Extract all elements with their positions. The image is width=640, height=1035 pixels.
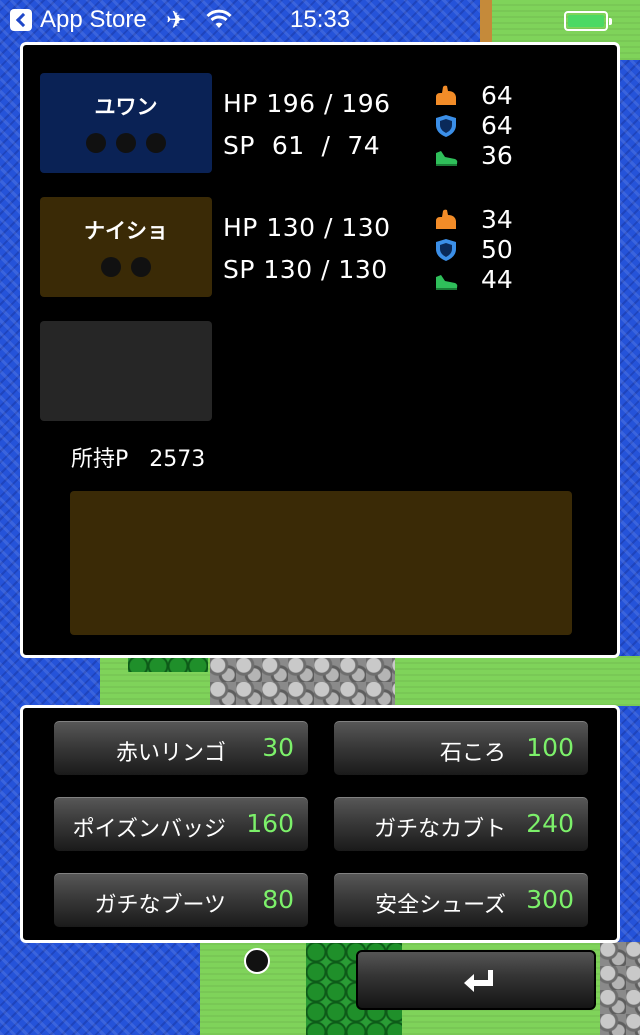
item-name: ポイズンバッジ: [72, 817, 226, 842]
shop-item-button[interactable]: ガチなカブト 240: [333, 796, 589, 852]
ios-status-bar: App Store ✈ 15:33: [0, 0, 640, 40]
shop-item-button[interactable]: ポイズンバッジ 160: [53, 796, 309, 852]
speed-shoe-icon: [436, 151, 458, 166]
attack-arm-icon: [436, 209, 456, 229]
attack-value: 64: [481, 81, 513, 110]
member-name: ユワン: [94, 95, 158, 119]
mountain-tiles: [210, 658, 395, 706]
item-name: 石ころ: [439, 741, 506, 766]
attack-value: 34: [481, 205, 513, 234]
item-price: 80: [262, 885, 294, 914]
dot: [116, 133, 136, 153]
clock: 15:33: [290, 6, 351, 33]
shop-item-button[interactable]: 赤いリンゴ 30: [53, 720, 309, 776]
party-member-card[interactable]: ユワン: [40, 73, 212, 173]
hp-readout: HP 196 / 196: [223, 89, 391, 118]
shop-panel: 赤いリンゴ 30 石ころ 100 ポイズンバッジ 160 ガチなカブト 240 …: [20, 705, 620, 943]
enter-button[interactable]: [356, 950, 596, 1010]
dot: [131, 257, 151, 277]
shop-item-button[interactable]: 安全シューズ 300: [333, 872, 589, 928]
item-name: 安全シューズ: [375, 893, 506, 918]
hp-readout: HP 130 / 130: [223, 213, 391, 242]
dot: [86, 133, 106, 153]
item-price: 240: [526, 809, 574, 838]
airplane-icon: ✈: [166, 7, 187, 34]
item-price: 300: [526, 885, 574, 914]
sp-readout: SP 61 / 74: [223, 131, 381, 160]
mountain-tiles: [600, 942, 640, 1035]
member-dots: [40, 257, 212, 281]
speed-shoe-icon: [436, 275, 458, 290]
return-arrow-icon: [464, 970, 493, 992]
speed-value: 36: [481, 141, 513, 170]
message-box: [70, 491, 572, 635]
dot: [146, 133, 166, 153]
item-name: ガチなブーツ: [94, 893, 226, 918]
attack-arm-icon: [436, 85, 456, 105]
dot: [101, 257, 121, 277]
party-status-panel: ユワン HP 196 / 196 SP 61 / 74 64 64 36 ナイシ…: [20, 42, 620, 658]
cave-entrance-icon: [244, 948, 270, 974]
defense-value: 50: [481, 235, 513, 264]
shop-item-button[interactable]: 石ころ 100: [333, 720, 589, 776]
battery-icon: [564, 11, 612, 31]
sp-readout: SP 130 / 130: [223, 255, 388, 284]
back-chevron-icon[interactable]: [10, 9, 32, 31]
member-name: ナイショ: [84, 219, 168, 243]
member-dots: [40, 133, 212, 157]
item-name: ガチなカブト: [373, 817, 506, 842]
item-name: 赤いリンゴ: [115, 741, 226, 766]
wifi-icon: [206, 9, 232, 28]
defense-value: 64: [481, 111, 513, 140]
item-price: 30: [262, 733, 294, 762]
party-member-card[interactable]: ナイショ: [40, 197, 212, 297]
shop-item-button[interactable]: ガチなブーツ 80: [53, 872, 309, 928]
empty-party-slot[interactable]: [40, 321, 212, 421]
held-points: 所持P 2573: [71, 447, 206, 472]
item-price: 160: [246, 809, 294, 838]
defense-shield-icon: [436, 239, 456, 261]
defense-shield-icon: [436, 115, 456, 137]
item-price: 100: [526, 733, 574, 762]
forest-tiles: [128, 656, 208, 672]
back-to-app-store-link[interactable]: App Store: [40, 6, 147, 34]
speed-value: 44: [481, 265, 513, 294]
